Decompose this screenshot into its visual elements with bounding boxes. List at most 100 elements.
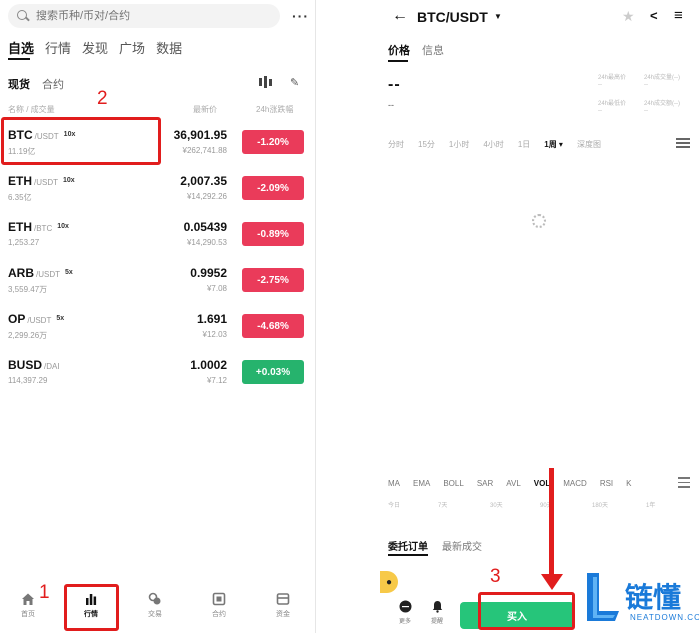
row-cny-price: ¥7.08 xyxy=(206,284,227,293)
step-number-1: 1 xyxy=(39,582,50,603)
column-header-last-price[interactable]: 最新价 xyxy=(193,104,217,115)
row-leverage: 5x xyxy=(65,269,73,276)
row-price: 1.691 xyxy=(196,312,227,326)
stat-value-24h-turnover: -- xyxy=(644,108,648,114)
nav-label: 首页 xyxy=(21,611,35,618)
market-top-tabs: 自选 行情 发现 广场 数据 xyxy=(8,38,182,57)
row-change-badge[interactable]: -0.89% xyxy=(242,222,304,246)
tab-info[interactable]: 信息 xyxy=(422,42,444,58)
highlight-box-btc-row xyxy=(1,117,161,165)
nav-label: 资金 xyxy=(276,611,290,618)
more-circle-icon xyxy=(399,600,411,613)
timeframe-1w[interactable]: 1周 ▾ xyxy=(544,139,563,150)
nav-trade[interactable]: 交易 xyxy=(130,592,180,619)
row-cny-price: ¥14,292.26 xyxy=(186,192,227,201)
nav-assets[interactable]: 资金 xyxy=(258,592,308,619)
stat-value-24h-high: -- xyxy=(598,82,602,88)
period-30d: 30天 xyxy=(490,503,503,509)
indicator-sar[interactable]: SAR xyxy=(477,479,493,488)
timeframe-depth[interactable]: 深度图 xyxy=(577,139,601,150)
market-row-busd-dai[interactable]: BUSD/DAI 114,397.29 1.0002 ¥7.12 +0.03% xyxy=(0,348,316,394)
market-row-op-usdt[interactable]: OP/USDT 5x 2,299.26万 1.691 ¥12.03 -4.68% xyxy=(0,302,316,348)
row-quote: /USDT xyxy=(34,178,58,187)
fire-icon[interactable]: ● xyxy=(380,571,398,593)
row-change-badge[interactable]: +0.03% xyxy=(242,360,304,384)
row-price: 1.0002 xyxy=(190,358,227,372)
row-change-badge[interactable]: -2.75% xyxy=(242,268,304,292)
timeframe-1d[interactable]: 1日 xyxy=(518,139,530,150)
tab-markets[interactable]: 行情 xyxy=(45,38,71,57)
timeframe-15m[interactable]: 15分 xyxy=(418,139,435,150)
period-7d: 7天 xyxy=(438,503,448,509)
indicator-vol[interactable]: VOL xyxy=(534,479,550,488)
indicator-macd[interactable]: MACD xyxy=(563,479,587,488)
column-header-name[interactable]: 名称 / 成交量 xyxy=(8,104,55,115)
last-price: -- xyxy=(388,76,401,93)
share-icon[interactable]: < xyxy=(650,8,658,23)
search-bar[interactable] xyxy=(8,4,280,28)
tab-open-orders[interactable]: 委托订单 xyxy=(388,538,428,553)
indicator-settings-icon[interactable] xyxy=(678,477,690,488)
highlight-box-markets-nav xyxy=(64,584,119,631)
row-volume: 3,559.47万 xyxy=(8,285,48,294)
tab-favorites[interactable]: 自选 xyxy=(8,38,34,57)
row-change-badge[interactable]: -1.20% xyxy=(242,130,304,154)
timeframe-1h[interactable]: 1小时 xyxy=(449,139,469,150)
more-options-icon[interactable]: ··· xyxy=(292,8,309,24)
alert-action[interactable]: 提醒 xyxy=(422,600,452,625)
annotation-arrow-shaft xyxy=(549,468,554,578)
edit-icon[interactable]: ✎ xyxy=(290,76,302,89)
indicator-rsi[interactable]: RSI xyxy=(600,479,613,488)
indicator-ma[interactable]: MA xyxy=(388,479,400,488)
market-row-eth-btc[interactable]: ETH/BTC 10x 1,253.27 0.05439 ¥14,290.53 -… xyxy=(0,210,316,256)
stat-label-24h-volume: 24h成交量(--) xyxy=(644,75,681,81)
market-row-arb-usdt[interactable]: ARB/USDT 5x 3,559.47万 0.9952 ¥7.08 -2.75% xyxy=(0,256,316,302)
order-tabs: 委托订单 最新成交 xyxy=(388,538,482,553)
timeframe-4h[interactable]: 4小时 xyxy=(483,139,503,150)
subtab-contract[interactable]: 合约 xyxy=(42,76,64,92)
wallet-icon xyxy=(276,593,290,605)
row-symbol: OP xyxy=(8,312,26,326)
market-sub-tabs: 现货 合约 xyxy=(8,76,64,92)
indicator-boll[interactable]: BOLL xyxy=(443,479,463,488)
candlestick-view-icon[interactable] xyxy=(258,76,272,88)
row-volume: 114,397.29 xyxy=(8,376,48,385)
timeframe-line[interactable]: 分时 xyxy=(388,139,404,150)
tab-square[interactable]: 广场 xyxy=(119,38,145,57)
hamburger-menu-icon[interactable]: ≡ xyxy=(674,7,683,24)
favorite-star-icon[interactable]: ★ xyxy=(622,8,635,25)
row-volume: 2,299.26万 xyxy=(8,331,48,340)
row-change-badge[interactable]: -4.68% xyxy=(242,314,304,338)
search-input[interactable] xyxy=(36,10,256,22)
tab-price[interactable]: 价格 xyxy=(388,42,410,58)
caret-down-icon[interactable]: ▼ xyxy=(494,12,502,21)
nav-label: 交易 xyxy=(148,611,162,618)
row-cny-price: ¥14,290.53 xyxy=(186,238,227,247)
pair-title[interactable]: BTC/USDT xyxy=(417,9,488,25)
indicator-ema[interactable]: EMA xyxy=(413,479,430,488)
more-action[interactable]: 更多 xyxy=(390,600,420,625)
step-number-3: 3 xyxy=(490,566,501,587)
nav-contract[interactable]: 合约 xyxy=(194,592,244,619)
period-180d: 180天 xyxy=(592,503,609,509)
pair-detail-screen: ← BTC/USDT ▼ ★ < ≡ 价格 信息 -- -- 24h最高价 24… xyxy=(380,0,699,633)
market-row-eth-usdt[interactable]: ETH/USDT 10x 6.35亿 2,007.35 ¥14,292.26 -2… xyxy=(0,164,316,210)
watermark-logo xyxy=(587,573,619,621)
row-price: 36,901.95 xyxy=(173,128,227,142)
tab-data[interactable]: 数据 xyxy=(156,38,182,57)
indicator-k[interactable]: K xyxy=(626,479,631,488)
tab-discover[interactable]: 发现 xyxy=(82,38,108,57)
tab-latest-trades[interactable]: 最新成交 xyxy=(442,538,482,553)
indicator-avl[interactable]: AVL xyxy=(506,479,521,488)
active-tab-indicator xyxy=(8,58,30,60)
stat-value-24h-volume: -- xyxy=(644,82,648,88)
subtab-spot[interactable]: 现货 xyxy=(8,76,30,92)
chart-loading-spinner-icon xyxy=(532,214,546,228)
row-price: 2,007.35 xyxy=(180,174,227,188)
row-change-badge[interactable]: -2.09% xyxy=(242,176,304,200)
chart-settings-icon[interactable] xyxy=(676,138,690,148)
column-header-change[interactable]: 24h涨跌幅 xyxy=(256,104,293,115)
back-arrow-icon[interactable]: ← xyxy=(392,7,408,25)
row-leverage: 10x xyxy=(57,223,69,230)
stat-label-24h-high: 24h最高价 xyxy=(598,75,627,81)
